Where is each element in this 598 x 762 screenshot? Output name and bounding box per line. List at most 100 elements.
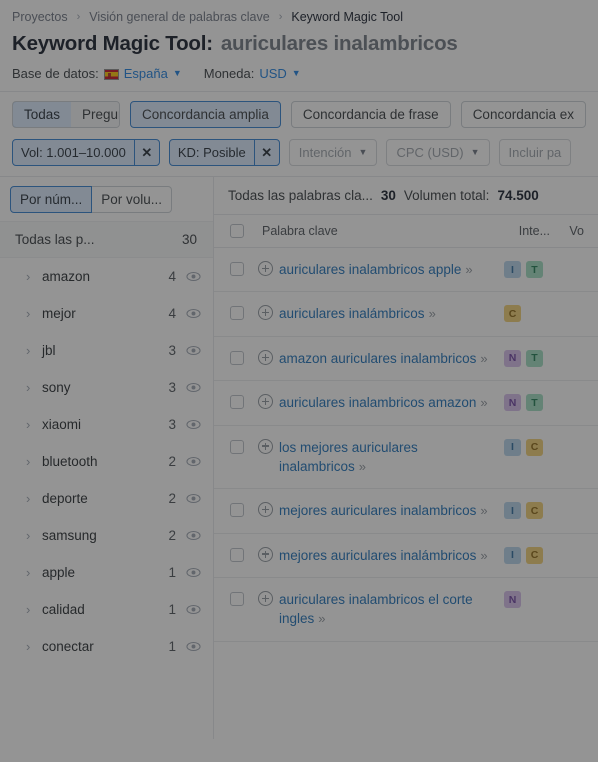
plus-circle-icon[interactable]	[258, 502, 273, 518]
table-row[interactable]: mejores auriculares inalambricos» I C	[214, 489, 598, 534]
keyword-link[interactable]: los mejores auriculares inalambricos»	[279, 438, 504, 477]
keyword-link[interactable]: auriculares inalambricos amazon»	[279, 393, 488, 412]
chevron-right-icon[interactable]: ›	[26, 380, 30, 395]
group-item[interactable]: › jbl 3	[0, 332, 213, 369]
tab-por-numero[interactable]: Por núm...	[10, 186, 93, 213]
group-item[interactable]: › calidad 1	[0, 591, 213, 628]
eye-icon[interactable]	[186, 639, 201, 654]
database-selector[interactable]: Base de datos: España ▼	[12, 66, 182, 81]
tab-todas[interactable]: Todas	[13, 102, 73, 127]
breadcrumb-item-keyword-magic-tool[interactable]: Keyword Magic Tool	[291, 10, 403, 24]
intent-badge-I[interactable]: I	[504, 261, 521, 278]
intent-badge-T[interactable]: T	[526, 261, 543, 278]
keyword-link[interactable]: amazon auriculares inalambricos»	[279, 349, 488, 368]
filter-cpc-dropdown[interactable]: CPC (USD) ▼	[386, 139, 490, 166]
intent-badge-I[interactable]: I	[504, 438, 521, 456]
intent-badge-C[interactable]: C	[526, 546, 543, 564]
group-item[interactable]: › amazon 4	[0, 258, 213, 295]
group-item[interactable]: › deporte 2	[0, 480, 213, 517]
keyword-link[interactable]: auriculares inalámbricos»	[279, 304, 436, 323]
filter-chip-kd[interactable]: KD: Posible ✕	[168, 139, 280, 166]
breadcrumb-item-proyectos[interactable]: Proyectos	[12, 10, 68, 24]
row-checkbox[interactable]	[230, 350, 244, 365]
table-row[interactable]: mejores auriculares inalámbricos» I C	[214, 534, 598, 579]
eye-icon[interactable]	[186, 417, 201, 432]
select-all-checkbox[interactable]	[230, 224, 244, 238]
row-checkbox[interactable]	[230, 439, 244, 454]
intent-badge-N[interactable]: N	[504, 349, 521, 367]
plus-circle-icon[interactable]	[258, 261, 273, 276]
chevron-double-right-icon[interactable]: »	[480, 503, 487, 518]
group-item[interactable]: › apple 1	[0, 554, 213, 591]
filter-include-keywords[interactable]: Incluir pa	[498, 139, 572, 166]
intent-badge-N[interactable]: N	[504, 591, 521, 609]
table-row[interactable]: auriculares inalambricos el corte ingles…	[214, 578, 598, 642]
eye-icon[interactable]	[186, 380, 201, 395]
table-row[interactable]: auriculares inalámbricos» C	[214, 292, 598, 337]
row-checkbox[interactable]	[230, 395, 244, 410]
eye-icon[interactable]	[186, 454, 201, 469]
intent-badge-I[interactable]: I	[504, 502, 521, 520]
table-row[interactable]: auriculares inalambricos apple» I T	[214, 248, 598, 293]
tab-concordancia-de-frase[interactable]: Concordancia de frase	[290, 101, 451, 128]
row-checkbox[interactable]	[230, 503, 244, 518]
chevron-double-right-icon[interactable]: »	[480, 548, 487, 563]
intent-badge-C[interactable]: C	[504, 305, 521, 323]
keyword-link[interactable]: auriculares inalambricos apple»	[279, 260, 473, 279]
chevron-double-right-icon[interactable]: »	[480, 351, 487, 366]
intent-badge-I[interactable]: I	[504, 546, 521, 564]
eye-icon[interactable]	[186, 602, 201, 617]
chevron-double-right-icon[interactable]: »	[359, 459, 366, 474]
group-item[interactable]: › mejor 4	[0, 295, 213, 332]
group-item[interactable]: › sony 3	[0, 369, 213, 406]
chevron-right-icon[interactable]: ›	[26, 565, 30, 580]
table-row[interactable]: los mejores auriculares inalambricos» I C	[214, 426, 598, 490]
group-item-all[interactable]: Todas las p... 30	[0, 221, 213, 258]
eye-icon[interactable]	[186, 343, 201, 358]
eye-icon[interactable]	[186, 491, 201, 506]
column-header-intent[interactable]: Inte...	[504, 224, 550, 238]
chevron-right-icon[interactable]: ›	[26, 269, 30, 284]
breadcrumb-item-vision-general[interactable]: Visión general de palabras clave	[89, 10, 269, 24]
chevron-right-icon[interactable]: ›	[26, 491, 30, 506]
plus-circle-icon[interactable]	[258, 546, 273, 562]
table-row[interactable]: auriculares inalambricos amazon» N T	[214, 381, 598, 426]
eye-icon[interactable]	[186, 565, 201, 580]
row-checkbox[interactable]	[230, 592, 244, 607]
intent-badge-N[interactable]: N	[504, 394, 521, 412]
row-checkbox[interactable]	[230, 262, 244, 276]
group-item[interactable]: › samsung 2	[0, 517, 213, 554]
group-item[interactable]: › conectar 1	[0, 628, 213, 665]
chevron-double-right-icon[interactable]: »	[480, 395, 487, 410]
tab-por-volumen[interactable]: Por volu...	[92, 186, 173, 213]
intent-badge-T[interactable]: T	[526, 394, 543, 412]
tab-concordancia-exacta[interactable]: Concordancia ex	[460, 101, 586, 128]
filter-intent-dropdown[interactable]: Intención ▼	[288, 139, 378, 166]
chevron-right-icon[interactable]: ›	[26, 639, 30, 654]
chevron-right-icon[interactable]: ›	[26, 306, 30, 321]
chevron-double-right-icon[interactable]: »	[318, 611, 325, 626]
chevron-right-icon[interactable]: ›	[26, 343, 30, 358]
tab-concordancia-amplia[interactable]: Concordancia amplia	[130, 101, 281, 128]
chevron-double-right-icon[interactable]: »	[429, 306, 436, 321]
chevron-right-icon[interactable]: ›	[26, 417, 30, 432]
row-checkbox[interactable]	[230, 306, 244, 321]
chevron-double-right-icon[interactable]: »	[465, 262, 472, 277]
plus-circle-icon[interactable]	[258, 305, 273, 321]
tab-preguntas[interactable]: Preguntas	[71, 102, 120, 127]
keyword-link[interactable]: mejores auriculares inalámbricos»	[279, 546, 488, 565]
group-item[interactable]: › xiaomi 3	[0, 406, 213, 443]
plus-circle-icon[interactable]	[258, 591, 273, 607]
plus-circle-icon[interactable]	[258, 438, 273, 454]
close-icon[interactable]: ✕	[253, 140, 279, 165]
chevron-right-icon[interactable]: ›	[26, 602, 30, 617]
keyword-link[interactable]: auriculares inalambricos el corte ingles…	[279, 590, 504, 629]
currency-selector[interactable]: Moneda: USD ▼	[204, 66, 301, 81]
intent-badge-C[interactable]: C	[526, 438, 543, 456]
table-row[interactable]: amazon auriculares inalambricos» N T	[214, 337, 598, 382]
intent-badge-C[interactable]: C	[526, 502, 543, 520]
column-header-keyword[interactable]: Palabra clave	[262, 224, 504, 238]
plus-circle-icon[interactable]	[258, 394, 273, 410]
eye-icon[interactable]	[186, 306, 201, 321]
intent-badge-T[interactable]: T	[526, 349, 543, 367]
